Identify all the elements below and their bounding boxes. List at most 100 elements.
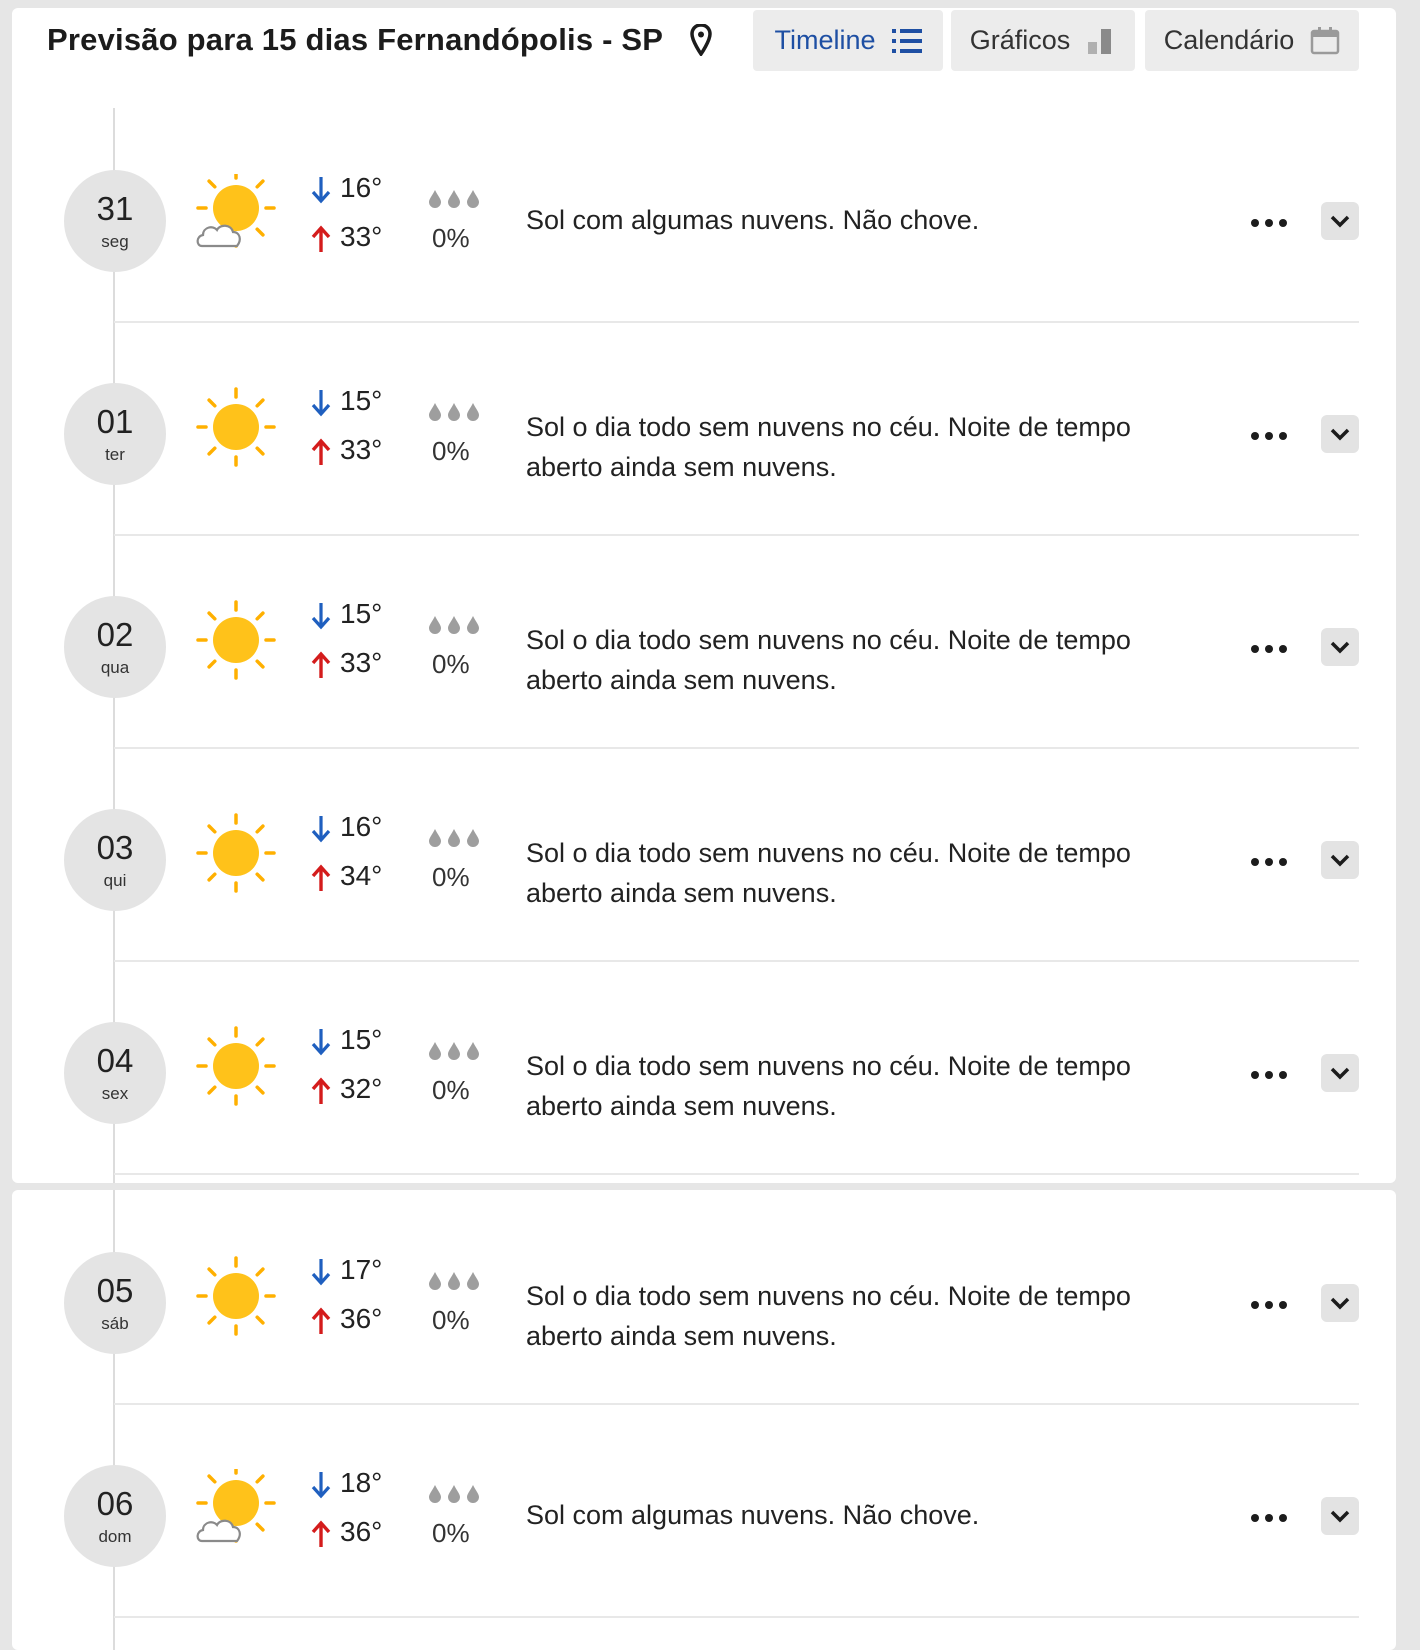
arrow-up-icon xyxy=(311,864,331,891)
arrow-down-icon xyxy=(311,389,331,417)
weekday-label: sáb xyxy=(101,1314,129,1333)
more-options-icon[interactable] xyxy=(1249,1069,1289,1081)
forecast-day-row-06: 06 dom 18° 36° 0% Sol com algumas nuvens… xyxy=(12,1403,1396,1618)
more-options-icon[interactable] xyxy=(1249,430,1289,442)
date-badge: 03 qui xyxy=(64,809,166,911)
more-options-icon[interactable] xyxy=(1249,643,1289,655)
sun-icon xyxy=(196,813,276,893)
max-temperature: 33° xyxy=(310,647,382,680)
forecast-description: Sol o dia todo sem nuvens no céu. Noite … xyxy=(526,838,1131,908)
arrow-up-icon xyxy=(311,1077,331,1104)
expand-button[interactable] xyxy=(1321,202,1359,240)
expand-button[interactable] xyxy=(1321,1284,1359,1322)
sun-icon xyxy=(196,1026,276,1106)
rain-probability: 0% xyxy=(432,1075,470,1105)
raindrops-icon xyxy=(429,190,479,208)
weekday-label: qua xyxy=(100,658,130,677)
max-temperature: 34° xyxy=(310,860,382,893)
weekday-label: seg xyxy=(101,232,129,251)
chevron-down-icon xyxy=(1330,1067,1350,1080)
forecast-card-bottom: 05 sáb 17° 36° 0% Sol o dia todo sem nuv… xyxy=(12,1190,1396,1650)
forecast-description: Sol com algumas nuvens. Não chove. xyxy=(526,205,980,235)
sun-cloud-icon xyxy=(196,1463,276,1549)
tab-calendario[interactable]: Calendário xyxy=(1145,10,1359,71)
raindrops-icon xyxy=(429,829,479,847)
forecast-description: Sol o dia todo sem nuvens no céu. Noite … xyxy=(526,625,1131,695)
raindrops-icon xyxy=(429,616,479,634)
forecast-day-row-01: 01 ter 15° 33° 0% Sol o dia todo sem nuv… xyxy=(12,321,1396,536)
more-options-icon[interactable] xyxy=(1249,856,1289,868)
forecast-day-row-05: 05 sáb 17° 36° 0% Sol o dia todo sem nuv… xyxy=(12,1190,1396,1405)
date-badge: 01 ter xyxy=(64,383,166,485)
rain-probability: 0% xyxy=(432,1305,470,1335)
day-number: 05 xyxy=(96,1272,134,1309)
arrow-up-icon xyxy=(311,651,331,678)
min-temperature: 15° xyxy=(310,598,382,631)
raindrops-icon xyxy=(429,403,479,421)
date-badge: 04 sex xyxy=(64,1022,166,1124)
forecast-description: Sol com algumas nuvens. Não chove. xyxy=(526,1500,980,1530)
arrow-up-icon xyxy=(311,1520,331,1547)
more-options-icon[interactable] xyxy=(1249,1512,1289,1524)
weekday-label: dom xyxy=(98,1527,132,1546)
sun-cloud-icon xyxy=(196,168,276,254)
expand-button[interactable] xyxy=(1321,1054,1359,1092)
chevron-down-icon xyxy=(1330,1510,1350,1523)
day-number: 06 xyxy=(96,1485,134,1522)
max-temperature: 36° xyxy=(310,1303,382,1336)
rain-probability: 0% xyxy=(432,862,470,892)
date-badge: 02 qua xyxy=(64,596,166,698)
forecast-description: Sol o dia todo sem nuvens no céu. Noite … xyxy=(526,412,1131,482)
forecast-description: Sol o dia todo sem nuvens no céu. Noite … xyxy=(526,1281,1131,1351)
tab-timeline[interactable]: Timeline xyxy=(753,10,943,71)
expand-button[interactable] xyxy=(1321,841,1359,879)
forecast-day-row-03: 03 qui 16° 34° 0% Sol o dia todo sem nuv… xyxy=(12,747,1396,962)
arrow-down-icon xyxy=(311,1258,331,1286)
row-divider xyxy=(114,1616,1359,1618)
min-temperature: 16° xyxy=(310,172,382,205)
raindrops-icon xyxy=(429,1042,479,1060)
forecast-header: Previsão para 15 dias Fernandópolis - SP… xyxy=(12,8,1396,78)
sun-icon xyxy=(196,387,276,467)
page-title: Previsão para 15 dias Fernandópolis - SP xyxy=(47,22,664,57)
calendar-icon xyxy=(1311,26,1340,54)
forecast-day-row-04: 04 sex 15° 32° 0% Sol o dia todo sem nuv… xyxy=(12,960,1396,1175)
date-badge: 05 sáb xyxy=(64,1252,166,1354)
arrow-up-icon xyxy=(311,1307,331,1334)
expand-button[interactable] xyxy=(1321,628,1359,666)
forecast-day-row-02: 02 qua 15° 33° 0% Sol o dia todo sem nuv… xyxy=(12,534,1396,749)
max-temperature: 33° xyxy=(310,221,382,254)
chevron-down-icon xyxy=(1330,641,1350,654)
day-number: 04 xyxy=(96,1042,134,1079)
expand-button[interactable] xyxy=(1321,1497,1359,1535)
day-number: 31 xyxy=(96,190,134,227)
min-temperature: 15° xyxy=(310,1024,382,1057)
max-temperature: 32° xyxy=(310,1073,382,1106)
more-options-icon[interactable] xyxy=(1249,1299,1289,1311)
sun-icon xyxy=(196,600,276,680)
day-number: 01 xyxy=(96,403,134,440)
arrow-down-icon xyxy=(311,176,331,204)
rain-probability: 0% xyxy=(432,223,470,253)
min-temperature: 17° xyxy=(310,1254,382,1287)
tab-graficos[interactable]: Gráficos xyxy=(951,10,1135,71)
date-badge: 31 seg xyxy=(64,170,166,272)
bar-chart-icon xyxy=(1088,28,1112,54)
location-pin-icon xyxy=(690,24,712,56)
weekday-label: ter xyxy=(105,445,125,464)
day-number: 02 xyxy=(96,616,134,653)
expand-button[interactable] xyxy=(1321,415,1359,453)
raindrops-icon xyxy=(429,1272,479,1290)
rain-probability: 0% xyxy=(432,649,470,679)
row-divider xyxy=(114,1173,1359,1175)
rain-probability: 0% xyxy=(432,1518,470,1548)
chevron-down-icon xyxy=(1330,428,1350,441)
day-number: 03 xyxy=(96,829,134,866)
chevron-down-icon xyxy=(1330,215,1350,228)
date-badge: 06 dom xyxy=(64,1465,166,1567)
more-options-icon[interactable] xyxy=(1249,217,1289,229)
min-temperature: 16° xyxy=(310,811,382,844)
chevron-down-icon xyxy=(1330,1297,1350,1310)
arrow-up-icon xyxy=(311,225,331,252)
max-temperature: 36° xyxy=(310,1516,382,1549)
